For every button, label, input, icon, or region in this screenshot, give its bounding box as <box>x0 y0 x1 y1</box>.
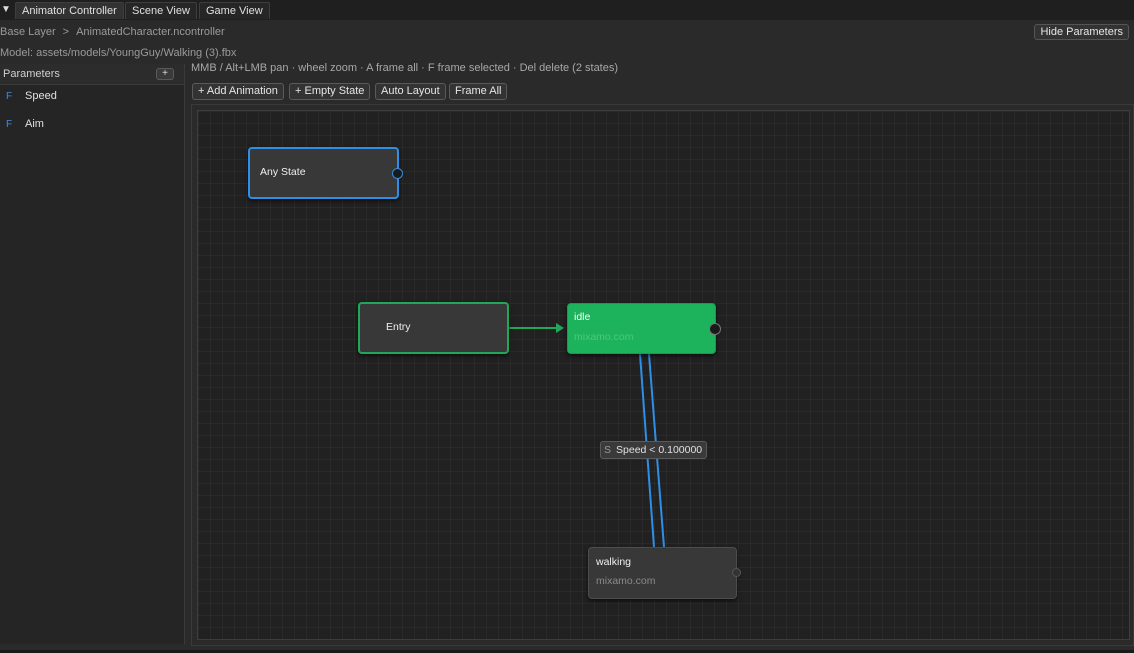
breadcrumb-separator: > <box>62 26 70 38</box>
tab-scene-view[interactable]: Scene View <box>125 2 197 19</box>
transition-clip-prefix: S <box>604 444 612 456</box>
node-clip-name: mixamo.com <box>574 331 634 343</box>
param-type-label: F <box>6 91 13 102</box>
param-name: Aim <box>25 118 44 130</box>
node-name: Any State <box>260 166 306 178</box>
entry-transition-arrow-icon <box>556 323 564 333</box>
idle-state-node[interactable]: idle mixamo.com <box>567 303 721 354</box>
parameters-title: Parameters <box>3 68 60 80</box>
tab-game-view[interactable]: Game View <box>199 2 270 19</box>
add-animation-button[interactable]: + Add Animation <box>192 83 284 100</box>
auto-layout-button[interactable]: Auto Layout <box>375 83 446 100</box>
empty-state-button[interactable]: + Empty State <box>289 83 371 100</box>
node-clip-name: mixamo.com <box>596 575 656 587</box>
breadcrumb-controller: AnimatedCharacter.ncontroller <box>76 26 225 38</box>
state-graph-canvas[interactable]: Any State Entry idle mixamo.com walking … <box>197 110 1130 640</box>
any-state-output-port[interactable] <box>392 168 403 179</box>
parameter-row-speed[interactable]: F Speed <box>0 88 184 108</box>
transition-condition: Speed < 0.100000 <box>616 444 703 456</box>
transition-condition-label[interactable]: S Speed < 0.100000 <box>600 441 708 459</box>
parameter-row-aim[interactable]: F Aim <box>0 116 184 136</box>
model-path: Model: assets/models/YoungGuy/Walking (3… <box>0 47 237 59</box>
entry-node[interactable]: Entry <box>358 302 509 354</box>
frame-all-button[interactable]: Frame All <box>449 83 508 100</box>
controls-hint: MMB / Alt+LMB pan · wheel zoom · A frame… <box>191 62 619 74</box>
menu-triangle-icon[interactable]: ▼ <box>0 3 12 17</box>
param-name: Speed <box>25 90 57 102</box>
parameters-header: Parameters + <box>0 64 184 85</box>
add-parameter-button[interactable]: + <box>156 68 174 80</box>
idle-output-port[interactable] <box>709 323 721 335</box>
param-type-label: F <box>6 119 13 130</box>
walking-state-node[interactable]: walking mixamo.com <box>588 547 741 599</box>
walking-output-port[interactable] <box>732 568 741 577</box>
breadcrumb-layer[interactable]: Base Layer <box>0 26 56 38</box>
node-name: idle <box>574 311 591 323</box>
parameters-panel: Parameters + F Speed F Aim <box>0 64 185 644</box>
tab-animator-controller[interactable]: Animator Controller <box>15 2 124 19</box>
hide-parameters-button[interactable]: Hide Parameters <box>1034 24 1129 40</box>
breadcrumb: Base Layer > AnimatedCharacter.ncontroller <box>0 25 225 39</box>
any-state-node[interactable]: Any State <box>248 147 403 199</box>
node-name: walking <box>596 556 632 568</box>
node-name: Entry <box>386 321 411 333</box>
